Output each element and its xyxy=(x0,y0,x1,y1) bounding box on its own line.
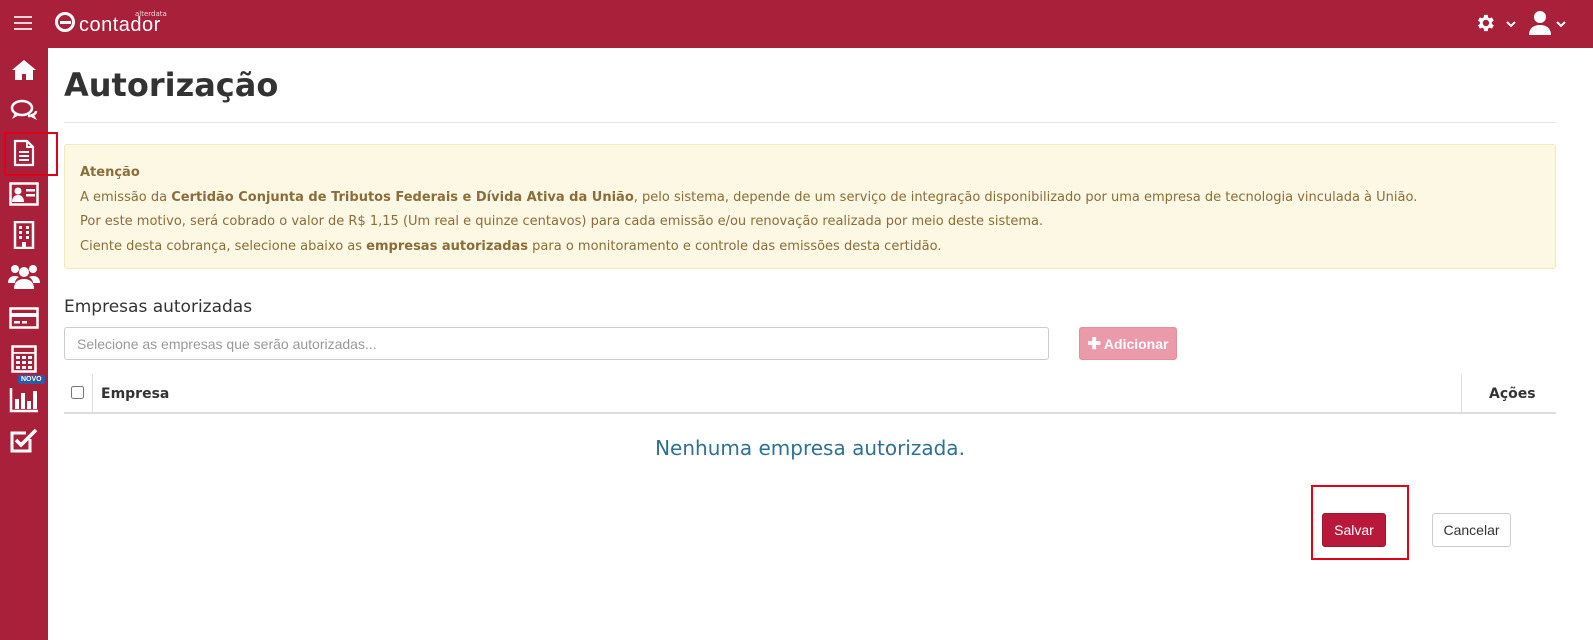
sidebar: NOVO xyxy=(0,48,58,640)
alert-line-1: A emissão da Certidão Conjunta de Tribut… xyxy=(80,186,1540,211)
hamburger-icon[interactable] xyxy=(14,16,32,30)
alert-line-3-end: para o monitoramento e controle das emis… xyxy=(528,238,942,254)
bar-chart-icon xyxy=(9,388,38,413)
sidebar-item-documents[interactable] xyxy=(0,133,48,173)
logo-text: contador xyxy=(79,14,161,36)
calculator-icon xyxy=(11,345,37,373)
credit-card-icon xyxy=(9,307,39,329)
document-icon xyxy=(13,139,35,167)
alert-authorized-companies: empresas autorizadas xyxy=(366,238,529,254)
chevron-down-icon xyxy=(1506,21,1516,28)
column-divider xyxy=(1461,374,1462,414)
title-divider xyxy=(64,122,1556,123)
top-bar: alterdata contador xyxy=(0,0,1593,48)
sidebar-item-reports[interactable] xyxy=(0,380,48,420)
alert-line-1-text: A emissão da xyxy=(80,189,172,205)
add-company-button[interactable]: ✚ Adicionar xyxy=(1079,327,1177,360)
plus-icon: ✚ xyxy=(1087,335,1101,353)
warning-alert: Atenção A emissão da Certidão Conjunta d… xyxy=(64,144,1556,269)
id-card-icon xyxy=(9,182,39,206)
authorized-companies-label: Empresas autorizadas xyxy=(64,297,253,317)
save-button[interactable]: Salvar xyxy=(1322,513,1386,547)
sidebar-item-contacts[interactable] xyxy=(0,174,48,214)
sidebar-item-companies[interactable] xyxy=(0,215,48,255)
alert-title: Atenção xyxy=(80,165,140,180)
alert-line-1-end: , pelo sistema, depende de um serviço de… xyxy=(633,189,1418,205)
alert-line-3: Ciente desta cobrança, selecione abaixo … xyxy=(80,235,1540,260)
select-all-checkbox[interactable] xyxy=(71,386,84,399)
home-icon xyxy=(12,60,36,80)
cancel-button[interactable]: Cancelar xyxy=(1432,513,1511,547)
user-menu-button[interactable] xyxy=(1528,10,1572,36)
alert-line-3-text: Ciente desta cobrança, selecione abaixo … xyxy=(80,238,367,254)
company-select-input[interactable] xyxy=(64,327,1049,360)
sidebar-item-users[interactable] xyxy=(0,256,48,296)
settings-menu-button[interactable] xyxy=(1474,12,1516,36)
sidebar-item-tasks[interactable] xyxy=(0,421,48,461)
empty-table-message: Nenhuma empresa autorizada. xyxy=(655,436,965,460)
sidebar-item-home[interactable] xyxy=(0,50,48,90)
sidebar-item-chat[interactable] xyxy=(0,91,48,131)
table-header: Empresa Ações xyxy=(64,374,1556,414)
alert-line-2: Por este motivo, será cobrado o valor de… xyxy=(80,214,1044,229)
sidebar-item-billing[interactable] xyxy=(0,298,48,338)
building-icon xyxy=(13,221,35,249)
chat-icon xyxy=(10,99,38,120)
sidebar-item-calculator[interactable] xyxy=(0,339,48,379)
companies-table: Empresa Ações xyxy=(64,374,1556,414)
page-title: Autorização xyxy=(64,66,279,104)
alert-certidao-name: Certidão Conjunta de Tributos Federais e… xyxy=(171,189,634,205)
users-icon xyxy=(8,265,40,289)
column-header-empresa[interactable]: Empresa xyxy=(101,386,169,402)
column-header-acoes: Ações xyxy=(1489,386,1536,402)
logo-e-icon xyxy=(55,12,75,32)
gear-icon xyxy=(1478,14,1494,32)
chevron-down-icon xyxy=(1556,21,1566,28)
select-all-cell xyxy=(64,374,93,414)
checkbox-icon xyxy=(10,428,38,453)
user-icon xyxy=(1529,11,1551,35)
add-button-label: Adicionar xyxy=(1103,335,1169,352)
